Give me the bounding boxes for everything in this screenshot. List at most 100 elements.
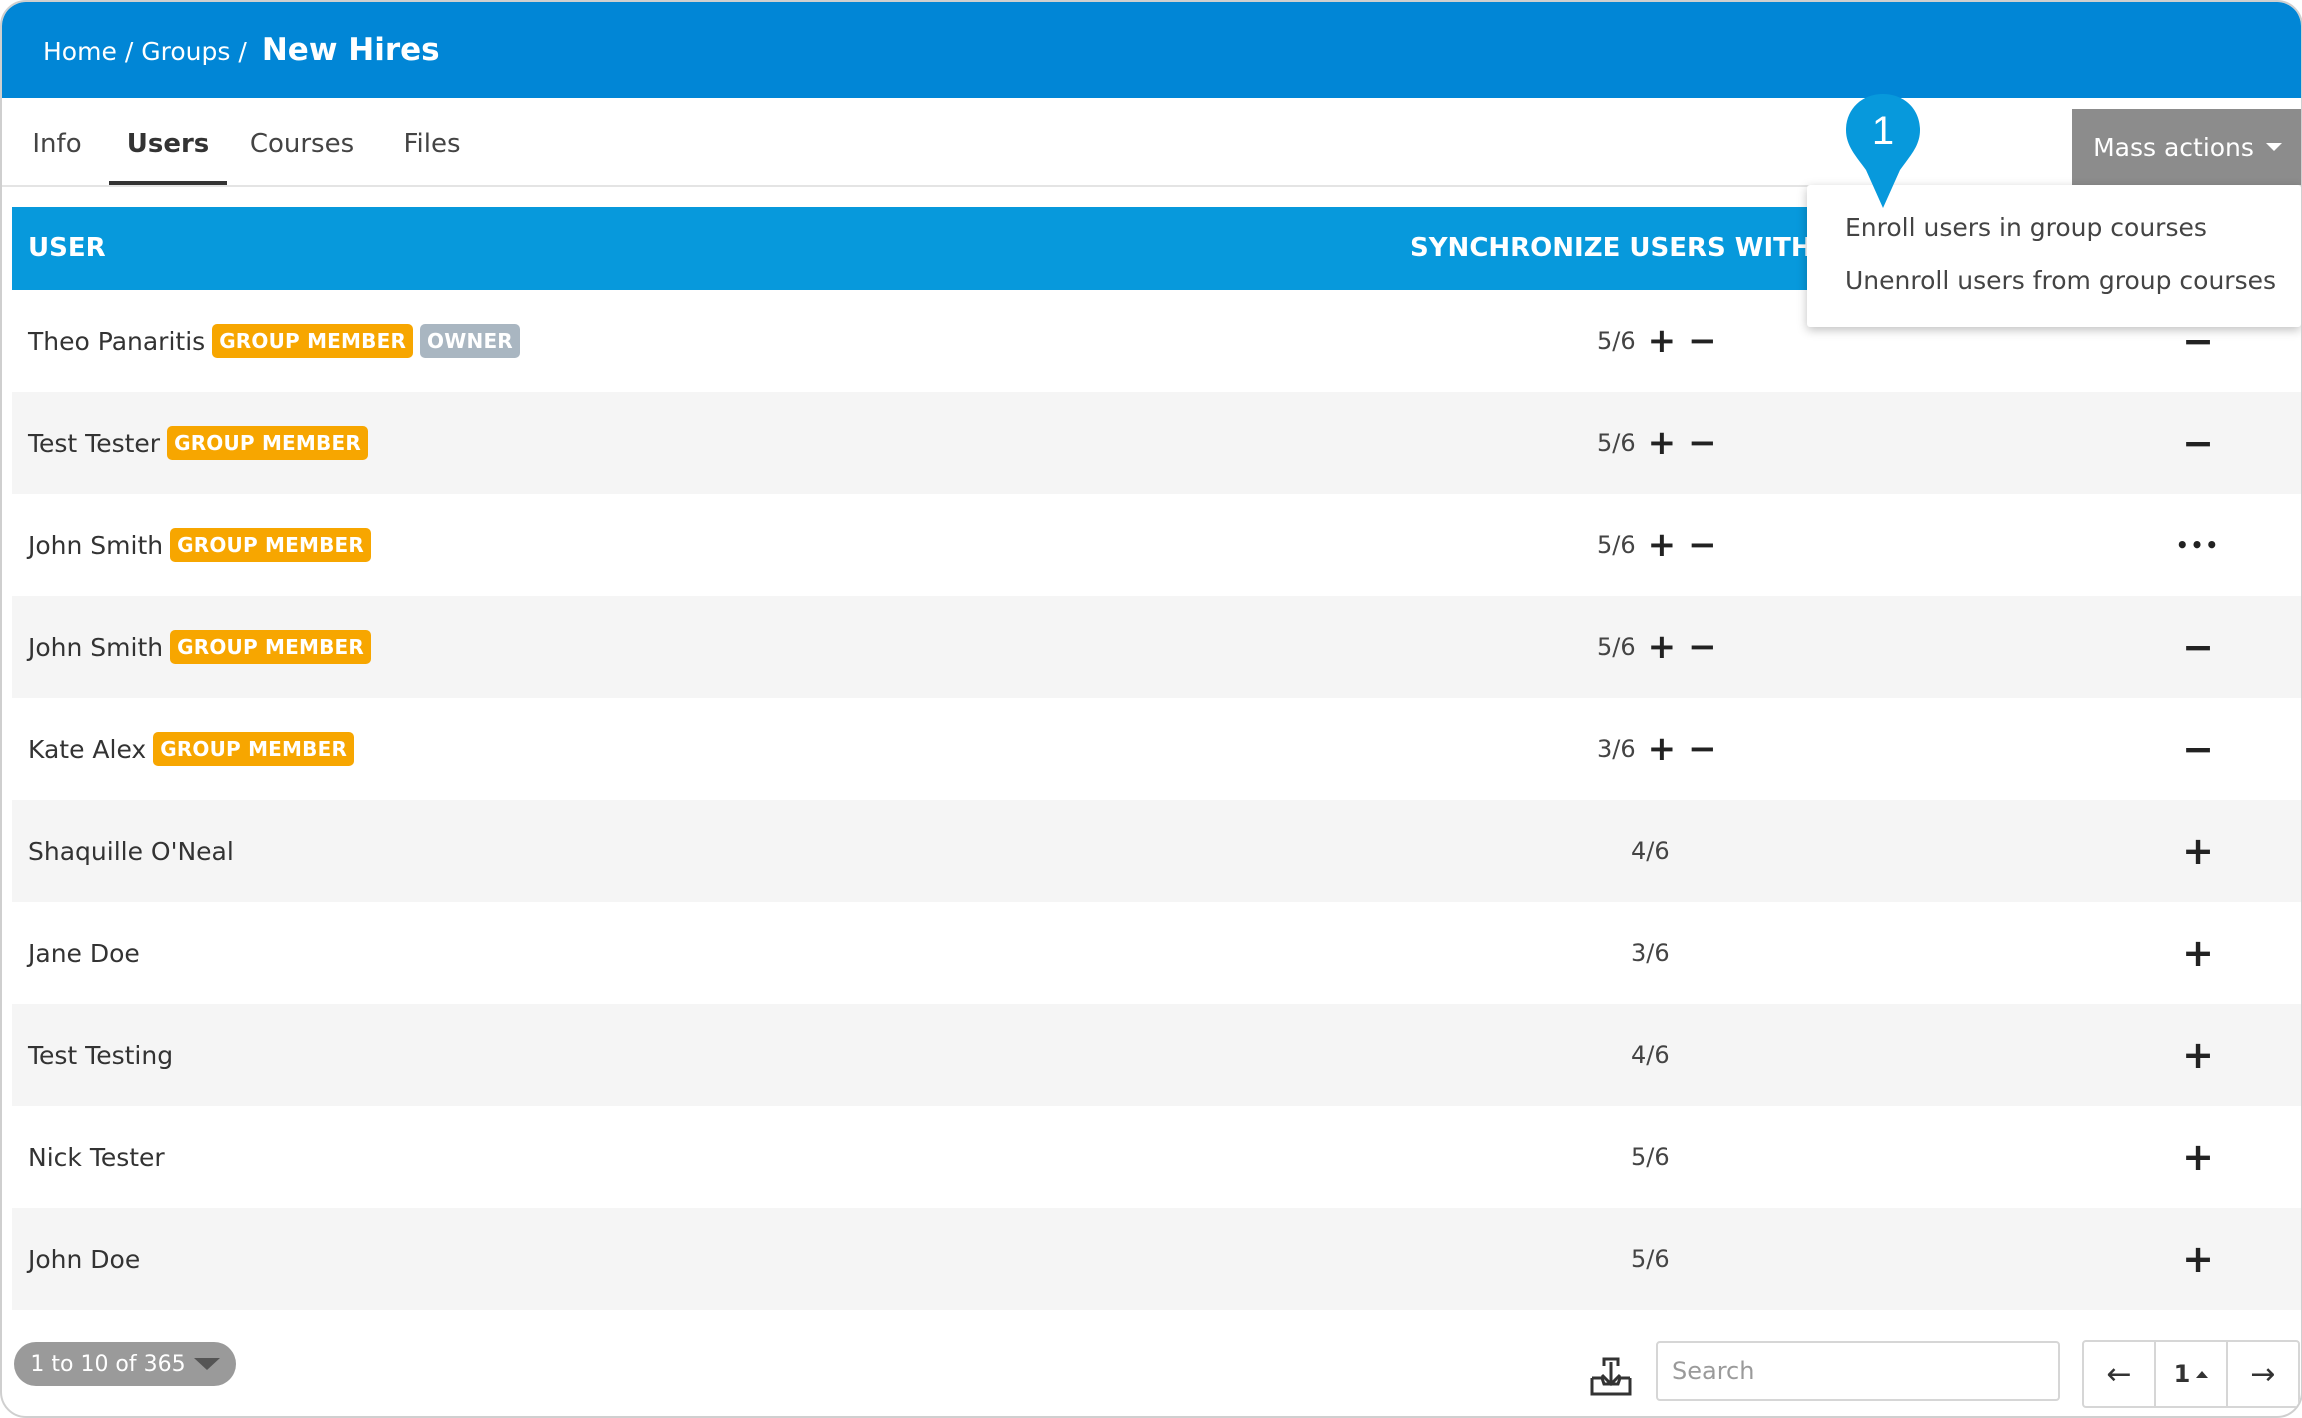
user-name[interactable]: John Smith xyxy=(28,633,163,662)
table-row[interactable]: Kate Alex GROUP MEMBER 3/6 + − − xyxy=(12,698,2301,800)
pagination-controls: ← 1 → xyxy=(2082,1340,2300,1408)
callout-number: 1 xyxy=(1872,109,1894,153)
minus-icon[interactable]: − xyxy=(1688,732,1717,766)
user-name[interactable]: Jane Doe xyxy=(28,939,140,968)
column-header-sync[interactable]: SYNCHRONIZE USERS WITH CO xyxy=(1410,207,1863,290)
table-row[interactable]: John Smith GROUP MEMBER 5/6 + − − xyxy=(12,596,2301,698)
caret-up-icon xyxy=(2196,1370,2209,1378)
user-name[interactable]: Shaquille O'Neal xyxy=(28,837,234,866)
tab-courses[interactable]: Courses xyxy=(247,98,357,185)
owner-badge: OWNER xyxy=(420,324,520,358)
tab-files[interactable]: Files xyxy=(397,98,467,185)
mass-actions-button[interactable]: Mass actions xyxy=(2072,109,2301,185)
sync-cell: 3/6 xyxy=(1631,902,1670,1004)
column-header-user[interactable]: USER xyxy=(28,207,106,290)
more-options-icon[interactable]: ••• xyxy=(2167,494,2229,596)
breadcrumb-groups[interactable]: Groups xyxy=(141,37,230,66)
sync-count: 3/6 xyxy=(1597,735,1636,763)
user-name[interactable]: Kate Alex xyxy=(28,735,146,764)
user-name[interactable]: Test Tester xyxy=(28,429,160,458)
plus-icon[interactable]: + xyxy=(1648,528,1677,562)
sync-cell: 4/6 xyxy=(1631,1004,1670,1106)
table-row[interactable]: John Smith GROUP MEMBER 5/6 + − ••• xyxy=(12,494,2301,596)
minus-icon[interactable]: − xyxy=(2167,392,2229,494)
group-member-badge: GROUP MEMBER xyxy=(167,426,368,460)
user-cell: Shaquille O'Neal xyxy=(28,800,234,902)
user-name[interactable]: John Doe xyxy=(28,1245,140,1274)
user-name[interactable]: Nick Tester xyxy=(28,1143,165,1172)
sync-count: 5/6 xyxy=(1631,1143,1670,1171)
table-row[interactable]: Shaquille O'Neal 4/6 + xyxy=(12,800,2301,902)
table-row[interactable]: Nick Tester 5/6 + xyxy=(12,1106,2301,1208)
user-cell: John Doe xyxy=(28,1208,140,1310)
tab-bar: Info Users Courses Files xyxy=(2,98,2301,187)
minus-icon[interactable]: − xyxy=(1688,324,1717,358)
user-cell: John Smith GROUP MEMBER xyxy=(28,596,371,698)
menu-item-enroll[interactable]: Enroll users in group courses xyxy=(1845,213,2207,242)
plus-icon[interactable]: + xyxy=(1648,324,1677,358)
plus-icon[interactable]: + xyxy=(2167,902,2229,1004)
minus-icon[interactable]: − xyxy=(1688,630,1717,664)
group-member-badge: GROUP MEMBER xyxy=(153,732,355,766)
mass-actions-label: Mass actions xyxy=(2093,132,2254,162)
plus-icon[interactable]: + xyxy=(2167,1004,2229,1106)
user-name[interactable]: Test Testing xyxy=(28,1041,173,1070)
sync-count: 5/6 xyxy=(1597,531,1636,559)
minus-icon[interactable]: − xyxy=(1688,426,1717,460)
sync-cell: 5/6 xyxy=(1631,1106,1670,1208)
table-row[interactable]: Jane Doe 3/6 + xyxy=(12,902,2301,1004)
tab-users[interactable]: Users xyxy=(109,98,227,185)
breadcrumb-home[interactable]: Home xyxy=(43,37,117,66)
user-cell: Jane Doe xyxy=(28,902,140,1004)
plus-icon[interactable]: + xyxy=(2167,800,2229,902)
user-cell: Test Testing xyxy=(28,1004,173,1106)
page-select[interactable]: 1 xyxy=(2154,1342,2228,1406)
next-page-button[interactable]: → xyxy=(2228,1342,2298,1406)
app-frame: Home / Groups / New Hires Info Users Courses… xyxy=(0,0,2302,1418)
minus-icon[interactable]: − xyxy=(2167,698,2229,800)
minus-icon[interactable]: − xyxy=(1688,528,1717,562)
sync-count: 5/6 xyxy=(1631,1245,1670,1273)
sync-cell: 5/6 + − xyxy=(1597,392,1717,494)
user-name[interactable]: Theo Panaritis xyxy=(28,327,205,356)
caret-down-icon xyxy=(2265,143,2282,151)
user-cell: Theo Panaritis GROUP MEMBER OWNER xyxy=(28,290,520,392)
plus-icon[interactable]: + xyxy=(2167,1106,2229,1208)
group-member-badge: GROUP MEMBER xyxy=(212,324,414,358)
pagination-range[interactable]: 1 to 10 of 365 xyxy=(14,1342,236,1386)
group-member-badge: GROUP MEMBER xyxy=(170,528,371,562)
download-icon[interactable] xyxy=(1589,1356,1633,1398)
breadcrumb: Home / Groups / New Hires xyxy=(43,32,440,68)
plus-icon[interactable]: + xyxy=(2167,1208,2229,1310)
table-row[interactable]: Test Tester GROUP MEMBER 5/6 + − − xyxy=(12,392,2301,494)
menu-item-unenroll[interactable]: Unenroll users from group courses xyxy=(1845,266,2276,295)
current-page: 1 xyxy=(2173,1360,2191,1388)
user-name[interactable]: John Smith xyxy=(28,531,163,560)
sync-count: 5/6 xyxy=(1597,327,1636,355)
sync-cell: 5/6 + − xyxy=(1597,596,1717,698)
sync-cell: 4/6 xyxy=(1631,800,1670,902)
callout-marker: 1 xyxy=(1846,94,1920,208)
sync-count: 4/6 xyxy=(1631,837,1670,865)
sync-count: 4/6 xyxy=(1631,1041,1670,1069)
top-bar: Home / Groups / New Hires xyxy=(2,2,2301,98)
minus-icon[interactable]: − xyxy=(2167,596,2229,698)
sync-count: 5/6 xyxy=(1597,633,1636,661)
table-row[interactable]: Test Testing 4/6 + xyxy=(12,1004,2301,1106)
user-cell: Kate Alex GROUP MEMBER xyxy=(28,698,355,800)
group-member-badge: GROUP MEMBER xyxy=(170,630,371,664)
sync-count: 5/6 xyxy=(1597,429,1636,457)
table-row[interactable]: John Doe 5/6 + xyxy=(12,1208,2301,1310)
tab-info[interactable]: Info xyxy=(24,98,90,185)
sync-cell: 5/6 + − xyxy=(1597,290,1717,392)
plus-icon[interactable]: + xyxy=(1648,630,1677,664)
breadcrumb-separator: / xyxy=(124,37,134,66)
plus-icon[interactable]: + xyxy=(1648,426,1677,460)
sync-count: 3/6 xyxy=(1631,939,1670,967)
search-input[interactable] xyxy=(1656,1341,2060,1401)
plus-icon[interactable]: + xyxy=(1648,732,1677,766)
prev-page-button[interactable]: ← xyxy=(2084,1342,2154,1406)
user-cell: Test Tester GROUP MEMBER xyxy=(28,392,368,494)
sync-cell: 3/6 + − xyxy=(1597,698,1717,800)
breadcrumb-separator: / xyxy=(238,37,247,66)
